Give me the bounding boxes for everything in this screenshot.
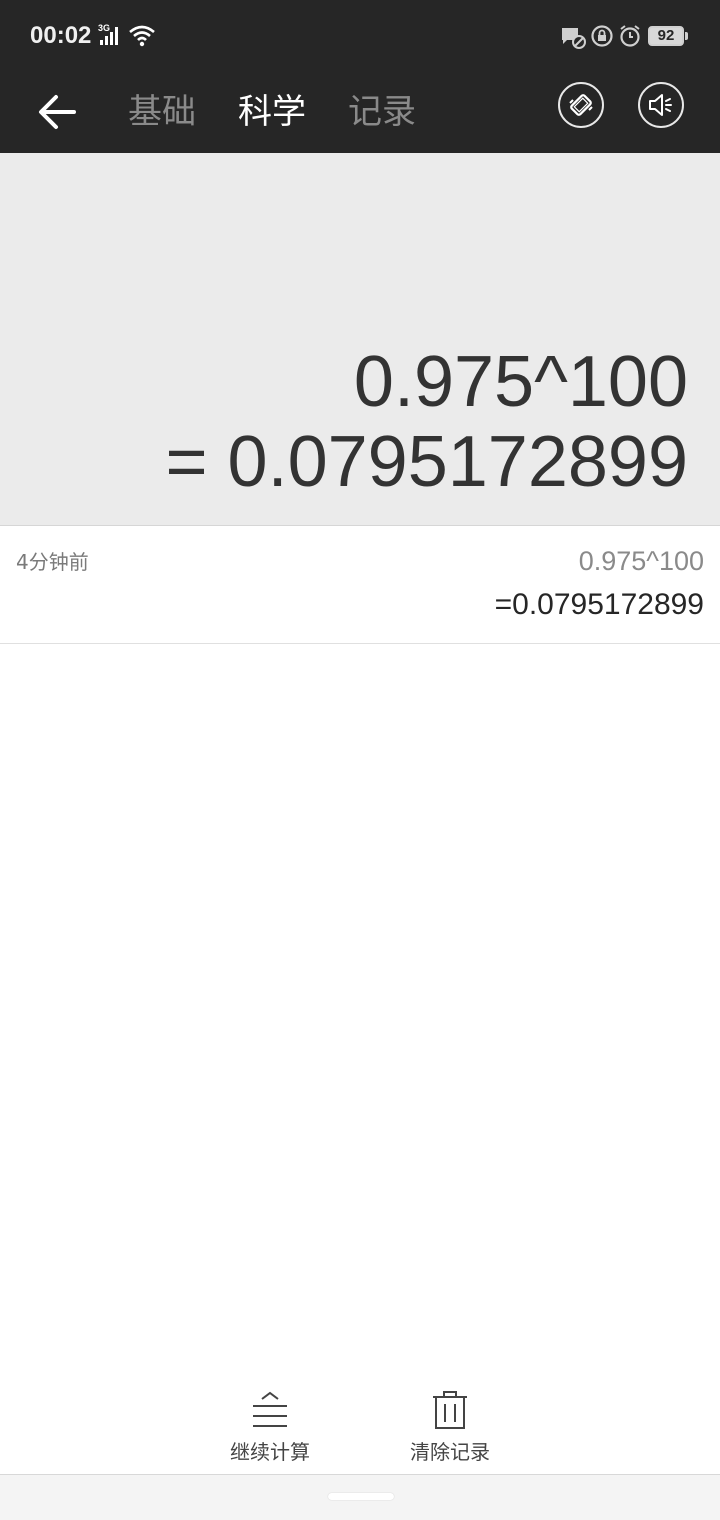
display-result: = 0.0795172899: [165, 422, 688, 502]
status-bar: 00:02 3G 92: [0, 0, 720, 72]
tab-history[interactable]: 记录: [348, 82, 416, 142]
home-indicator[interactable]: [328, 1493, 394, 1500]
top-toolbar: 基础 科学 记录: [0, 72, 720, 153]
tab-scientific[interactable]: 科学: [238, 82, 306, 142]
arrow-left-icon: [39, 95, 76, 129]
battery-level: 92: [657, 27, 675, 44]
history-expression: 0.975^100: [578, 546, 704, 576]
back-button[interactable]: [30, 84, 86, 140]
continue-label: 继续计算: [230, 1440, 310, 1464]
battery-tip: [685, 32, 688, 40]
history-item[interactable]: 4分钟前 0.975^100 =0.0795172899: [0, 526, 720, 644]
continue-calculation-button[interactable]: 继续计算: [210, 1390, 330, 1470]
vibrate-button[interactable]: [558, 82, 604, 128]
clear-history-button[interactable]: 清除记录: [390, 1390, 510, 1470]
system-navigation-bar: [0, 1474, 720, 1520]
calculator-display: 0.975^100 = 0.0795172899: [0, 153, 720, 526]
history-time: 4分钟前: [16, 550, 89, 574]
alarm-icon: [620, 25, 640, 47]
calculator-history-screen: 00:02 3G 92 基础 科学 记录 0.975^100 = 0.07951…: [0, 0, 720, 1520]
history-result: =0.0795172899: [494, 588, 704, 621]
display-expression: 0.975^100: [353, 342, 688, 422]
rotation-lock-icon: [591, 25, 613, 47]
signal-icon: [100, 27, 118, 45]
clear-label: 清除记录: [410, 1440, 490, 1464]
battery-icon: 92: [648, 26, 684, 46]
tab-basic[interactable]: 基础: [128, 82, 196, 142]
message-blocked-icon: [562, 28, 586, 49]
wifi-icon: [129, 25, 155, 47]
sound-button[interactable]: [638, 82, 684, 128]
status-time: 00:02: [30, 22, 92, 49]
speaker-icon: [649, 94, 672, 116]
trash-icon: [433, 1391, 467, 1429]
continue-lines-icon: [253, 1391, 287, 1427]
vibrate-icon: [569, 94, 593, 116]
